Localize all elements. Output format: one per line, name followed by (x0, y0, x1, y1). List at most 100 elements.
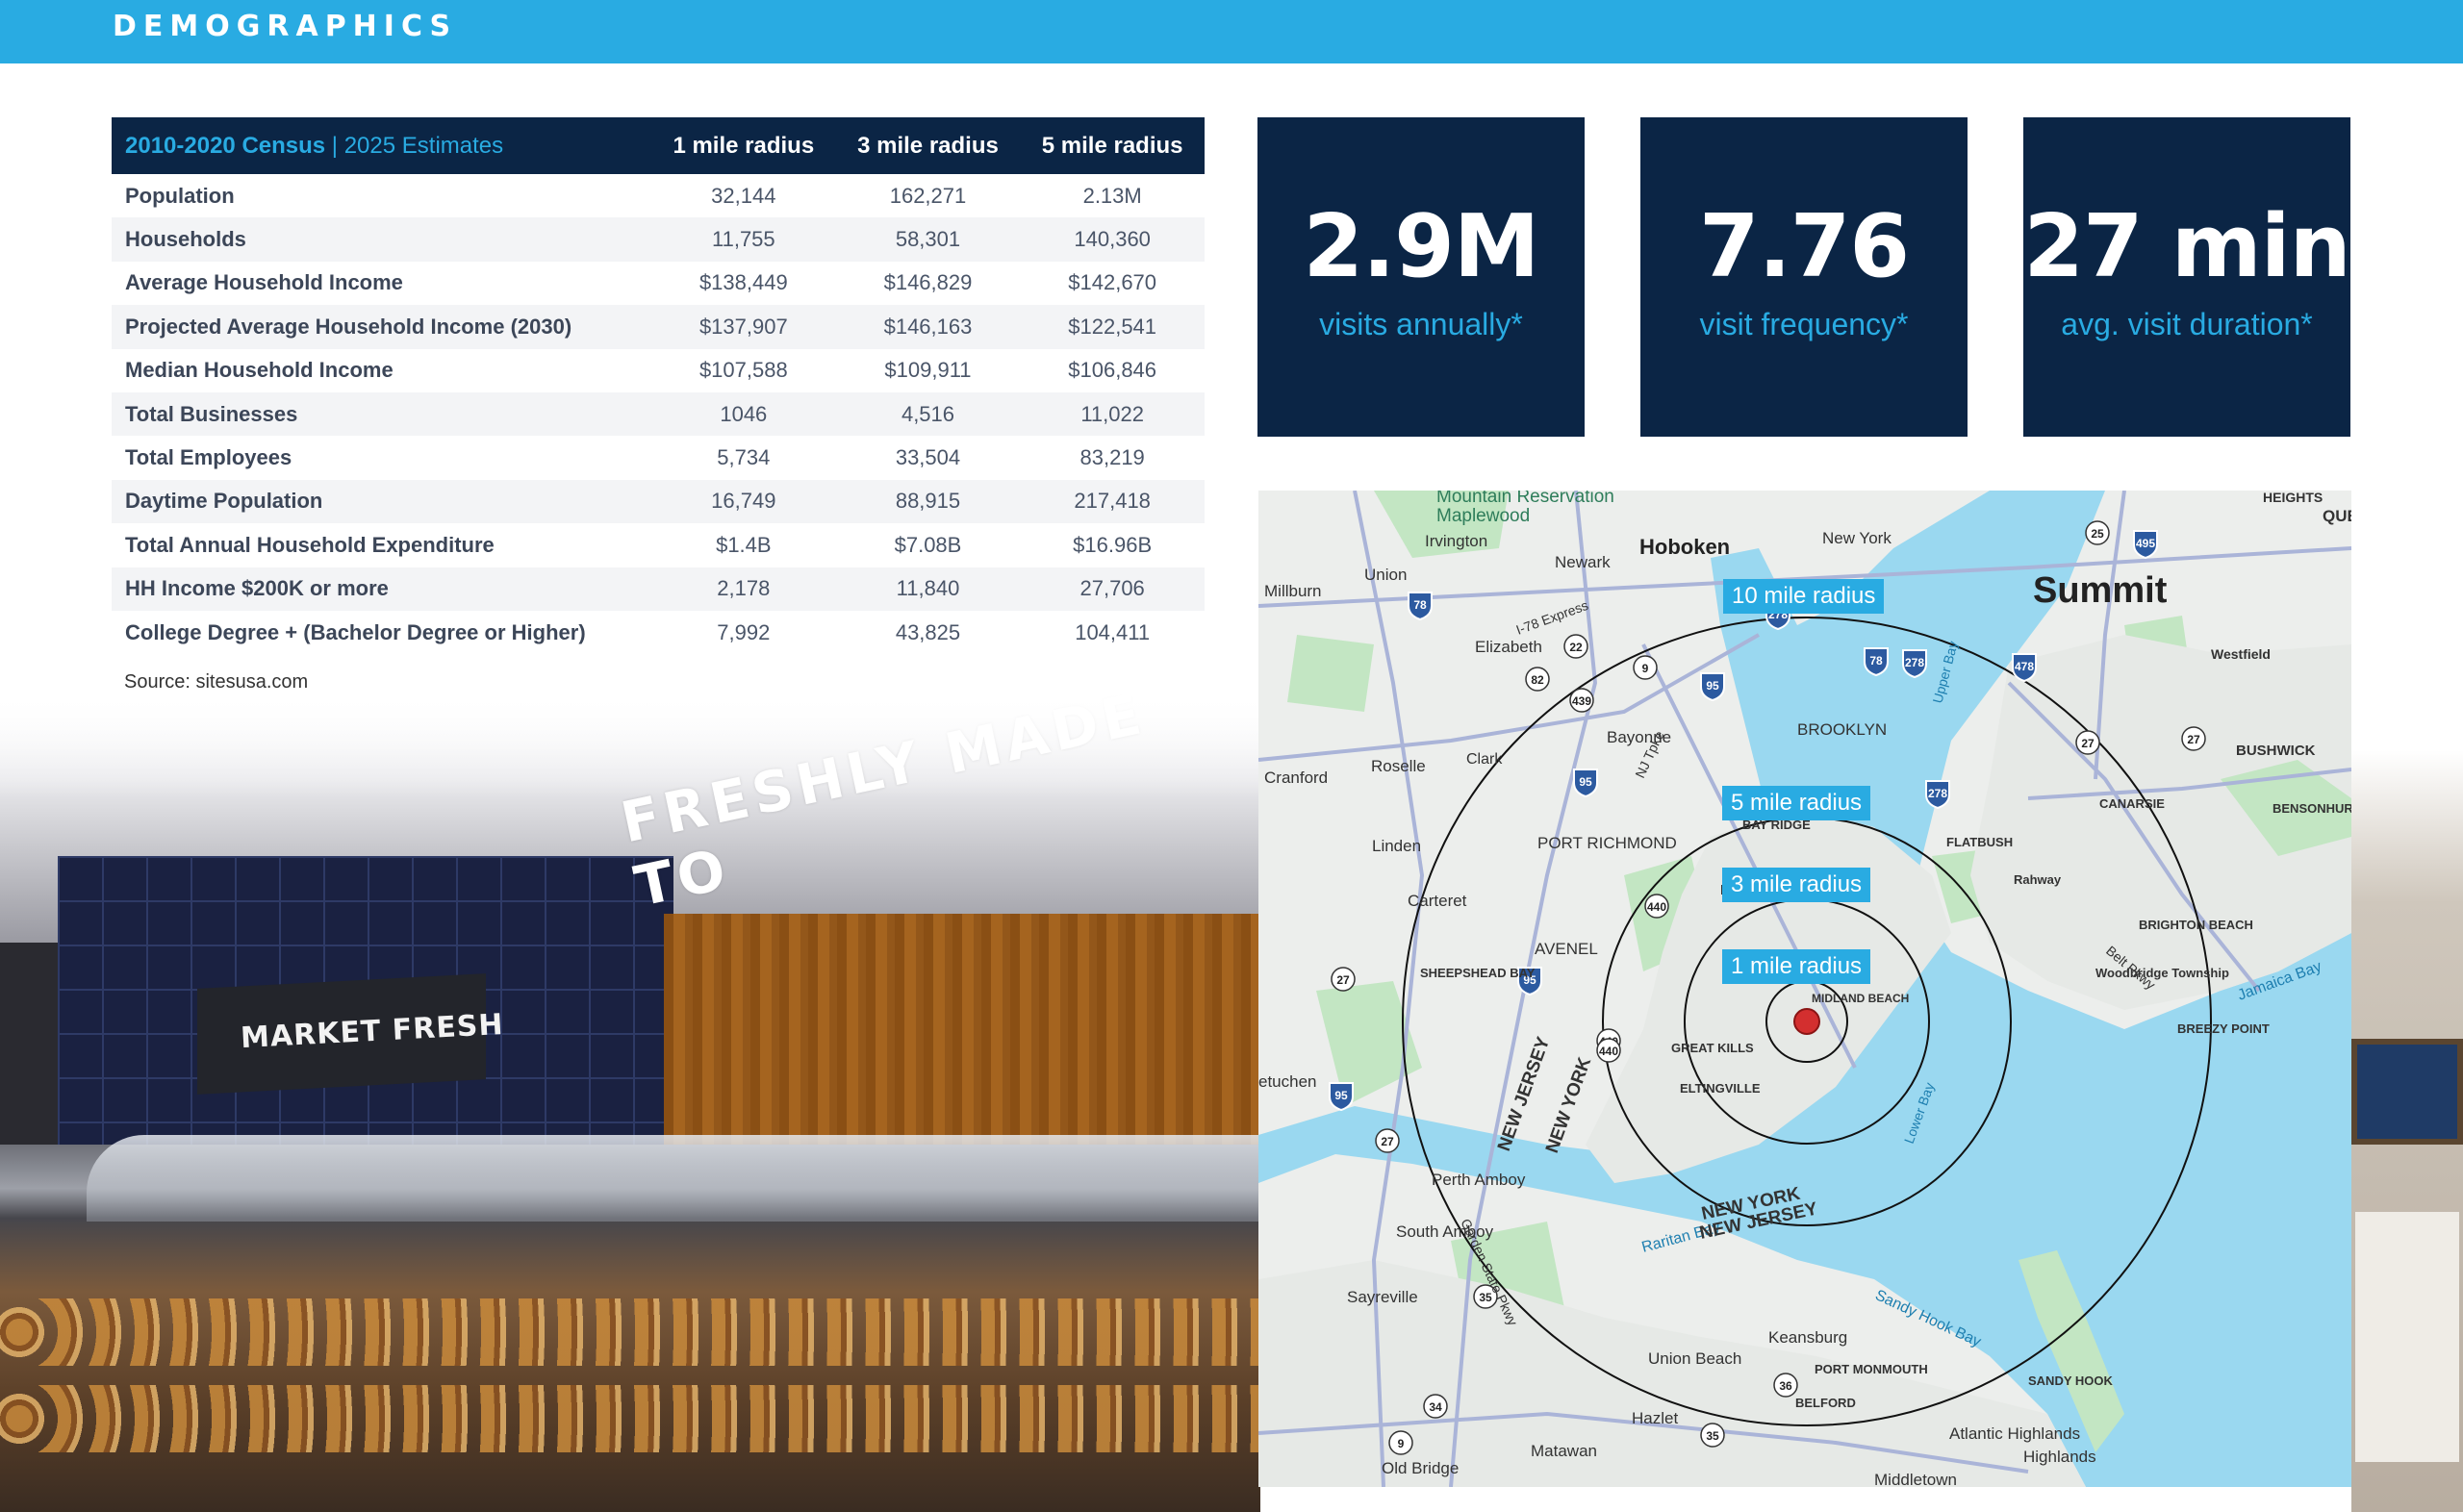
place-label: Highlands (2023, 1448, 2096, 1466)
table-row: Total Annual Household Expenditure $1.4B $… (112, 523, 1205, 567)
table-row: Daytime Population 16,749 88,915 217,418 (112, 479, 1205, 524)
row-value: $137,907 (698, 314, 788, 339)
route-number: 22 (1569, 641, 1583, 654)
row-label: Total Businesses (125, 401, 298, 426)
route-shield: 36 (1773, 1373, 1798, 1398)
route-shield: 95 (1700, 672, 1725, 702)
row-value: 33,504 (895, 445, 961, 470)
route-number: 9 (1642, 662, 1649, 675)
row-label: Population (125, 183, 235, 208)
route-shield: 440 (1644, 894, 1669, 919)
row-value: 140,360 (1074, 227, 1151, 252)
stat-label: visits annually* (1319, 307, 1523, 341)
place-label: Linden (1372, 837, 1421, 855)
table-title-bold: 2010-2020 Census (125, 132, 326, 159)
row-value: 7,992 (717, 619, 771, 644)
route-shield: 25 (2085, 520, 2110, 545)
route-number: 95 (1579, 775, 1592, 789)
route-shield: 27 (2075, 730, 2100, 755)
column-header: 5 mile radius (1041, 132, 1183, 159)
route-number: 440 (1647, 900, 1666, 914)
row-value: 27,706 (1079, 576, 1145, 601)
route-number: 78 (1869, 654, 1883, 668)
row-value: $122,541 (1068, 314, 1157, 339)
bakery-photo: MARKET FRESH FRESHLY MADE TO (0, 693, 1260, 1512)
place-label: FLATBUSH (1946, 835, 2013, 849)
route-number: 95 (1334, 1089, 1348, 1102)
table-row: College Degree + (Bachelor Degree or Hig… (112, 611, 1205, 654)
table-body: Population 32,144 162,271 2.13M Households 11… (112, 174, 1205, 654)
place-label: Roselle (1371, 757, 1426, 775)
stat-card-duration: 27 min avg. visit duration* (2023, 117, 2351, 437)
row-value: 11,755 (712, 227, 775, 252)
map-canvas: 7822829439957827827847827278278440279544… (1258, 491, 2351, 1487)
route-number: 35 (1706, 1429, 1719, 1443)
route-shield: 95 (1573, 769, 1598, 798)
route-number: 27 (1381, 1135, 1394, 1148)
row-value: $146,163 (883, 314, 973, 339)
route-shield: 34 (1423, 1394, 1448, 1419)
route-shield: 495 (2133, 530, 2158, 560)
place-label: Old Bridge (1382, 1459, 1459, 1477)
stat-label: avg. visit duration* (2061, 307, 2313, 341)
place-label: Summit (2033, 570, 2168, 611)
row-value: $106,846 (1068, 358, 1157, 383)
place-label: Rahway (2014, 872, 2062, 887)
photo-fade (0, 693, 1260, 798)
route-number: 27 (1336, 973, 1350, 987)
photo-right-strip (2351, 750, 2463, 1512)
row-value: $109,911 (884, 358, 972, 383)
stat-card-visits: 2.9M visits annually* (1257, 117, 1585, 437)
row-value: $7.08B (894, 532, 962, 557)
page-title: DEMOGRAPHICS (113, 10, 458, 43)
row-label: Projected Average Household Income (2030… (125, 314, 572, 339)
place-label: AVENEL (1535, 940, 1598, 958)
table-row: Average Household Income $138,449 $146,829… (112, 262, 1205, 305)
demographics-table: 2010-2020 Census | 2025 Estimates 1 mile… (112, 117, 1205, 654)
route-number: 278 (1928, 787, 1947, 800)
place-label: Woodbridge Township (2095, 966, 2229, 980)
route-shield: 439 (1569, 688, 1594, 713)
route-number: 34 (1429, 1400, 1442, 1414)
place-label: BUSHWICK (2236, 743, 2316, 759)
label-3-mile: 3 mile radius (1722, 868, 1871, 902)
table-header-row: 2010-2020 Census | 2025 Estimates 1 mile… (112, 117, 1205, 174)
row-value: 43,825 (895, 619, 961, 644)
place-label: Clark (1466, 751, 1503, 768)
place-label: Perth Amboy (1432, 1171, 1526, 1189)
place-label: CANARSIE (2099, 796, 2165, 811)
route-shield: 78 (1408, 592, 1433, 621)
table-row: Total Businesses 1046 4,516 11,022 (112, 391, 1205, 437)
label-1-mile: 1 mile radius (1722, 949, 1871, 984)
place-label: BROOKLYN (1797, 720, 1887, 739)
source-note: Source: sitesusa.com (124, 671, 309, 693)
row-value: 58,301 (895, 227, 961, 252)
route-shield: 22 (1563, 634, 1588, 659)
place-label: Maplewood (1436, 506, 1530, 526)
route-number: 440 (1599, 1045, 1618, 1058)
place-label: BELFORD (1795, 1396, 1856, 1410)
row-value: $107,588 (698, 358, 788, 383)
location-pin[interactable] (1793, 1008, 1820, 1035)
stat-value: 2.9M (1303, 196, 1540, 297)
radius-map[interactable]: 7822829439957827827847827278278440279544… (1258, 491, 2351, 1487)
place-label: Keansburg (1768, 1328, 1847, 1347)
route-number: 78 (1413, 598, 1427, 612)
place-label: Union Beach (1648, 1349, 1741, 1368)
place-label: QUE (2323, 507, 2351, 525)
table-row: Median Household Income $107,588 $109,911 $… (112, 349, 1205, 392)
place-label: Westfield (2211, 646, 2271, 662)
pastry-row (0, 1298, 1260, 1366)
route-shield: 440 (1596, 1038, 1621, 1063)
place-label: Irvington (1425, 532, 1487, 550)
route-number: 439 (1572, 694, 1591, 708)
place-label: Union (1364, 566, 1407, 584)
row-value: 162,271 (889, 183, 967, 208)
route-number: 35 (1479, 1291, 1492, 1304)
wall-note (2355, 1212, 2459, 1462)
header-bar: DEMOGRAPHICS (0, 0, 2463, 63)
row-value: $138,449 (698, 270, 788, 295)
table-row: Population 32,144 162,271 2.13M (112, 174, 1205, 217)
row-value: $142,670 (1068, 270, 1157, 295)
table-row: HH Income $200K or more 2,178 11,840 27,706 (112, 567, 1205, 611)
